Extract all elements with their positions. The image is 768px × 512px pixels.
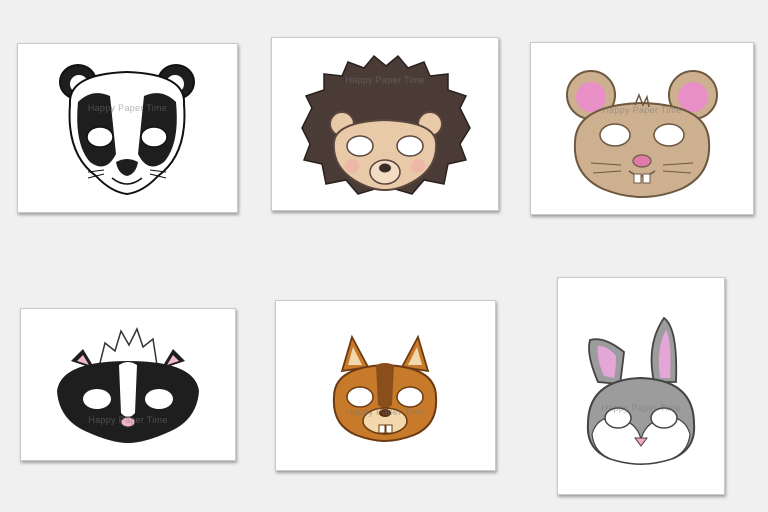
badger-mask-card[interactable]: Happy Paper Time (17, 43, 238, 213)
hedgehog-mask-card[interactable]: Happy Paper Time (271, 37, 499, 211)
mouse-mask-card[interactable]: Happy Paper Time (530, 42, 754, 215)
mouse-mask-image (566, 70, 718, 199)
skunk-mask-image (57, 327, 199, 443)
squirrel-mask-card[interactable]: Happy Paper Time (275, 300, 496, 471)
badger-mask-image (59, 64, 195, 196)
rabbit-mask-image (586, 316, 696, 466)
rabbit-mask-card[interactable]: Happy Paper Time (557, 277, 725, 495)
skunk-mask-card[interactable]: Happy Paper Time (20, 308, 236, 461)
hedgehog-mask-image (301, 54, 471, 195)
squirrel-mask-image (332, 334, 438, 443)
